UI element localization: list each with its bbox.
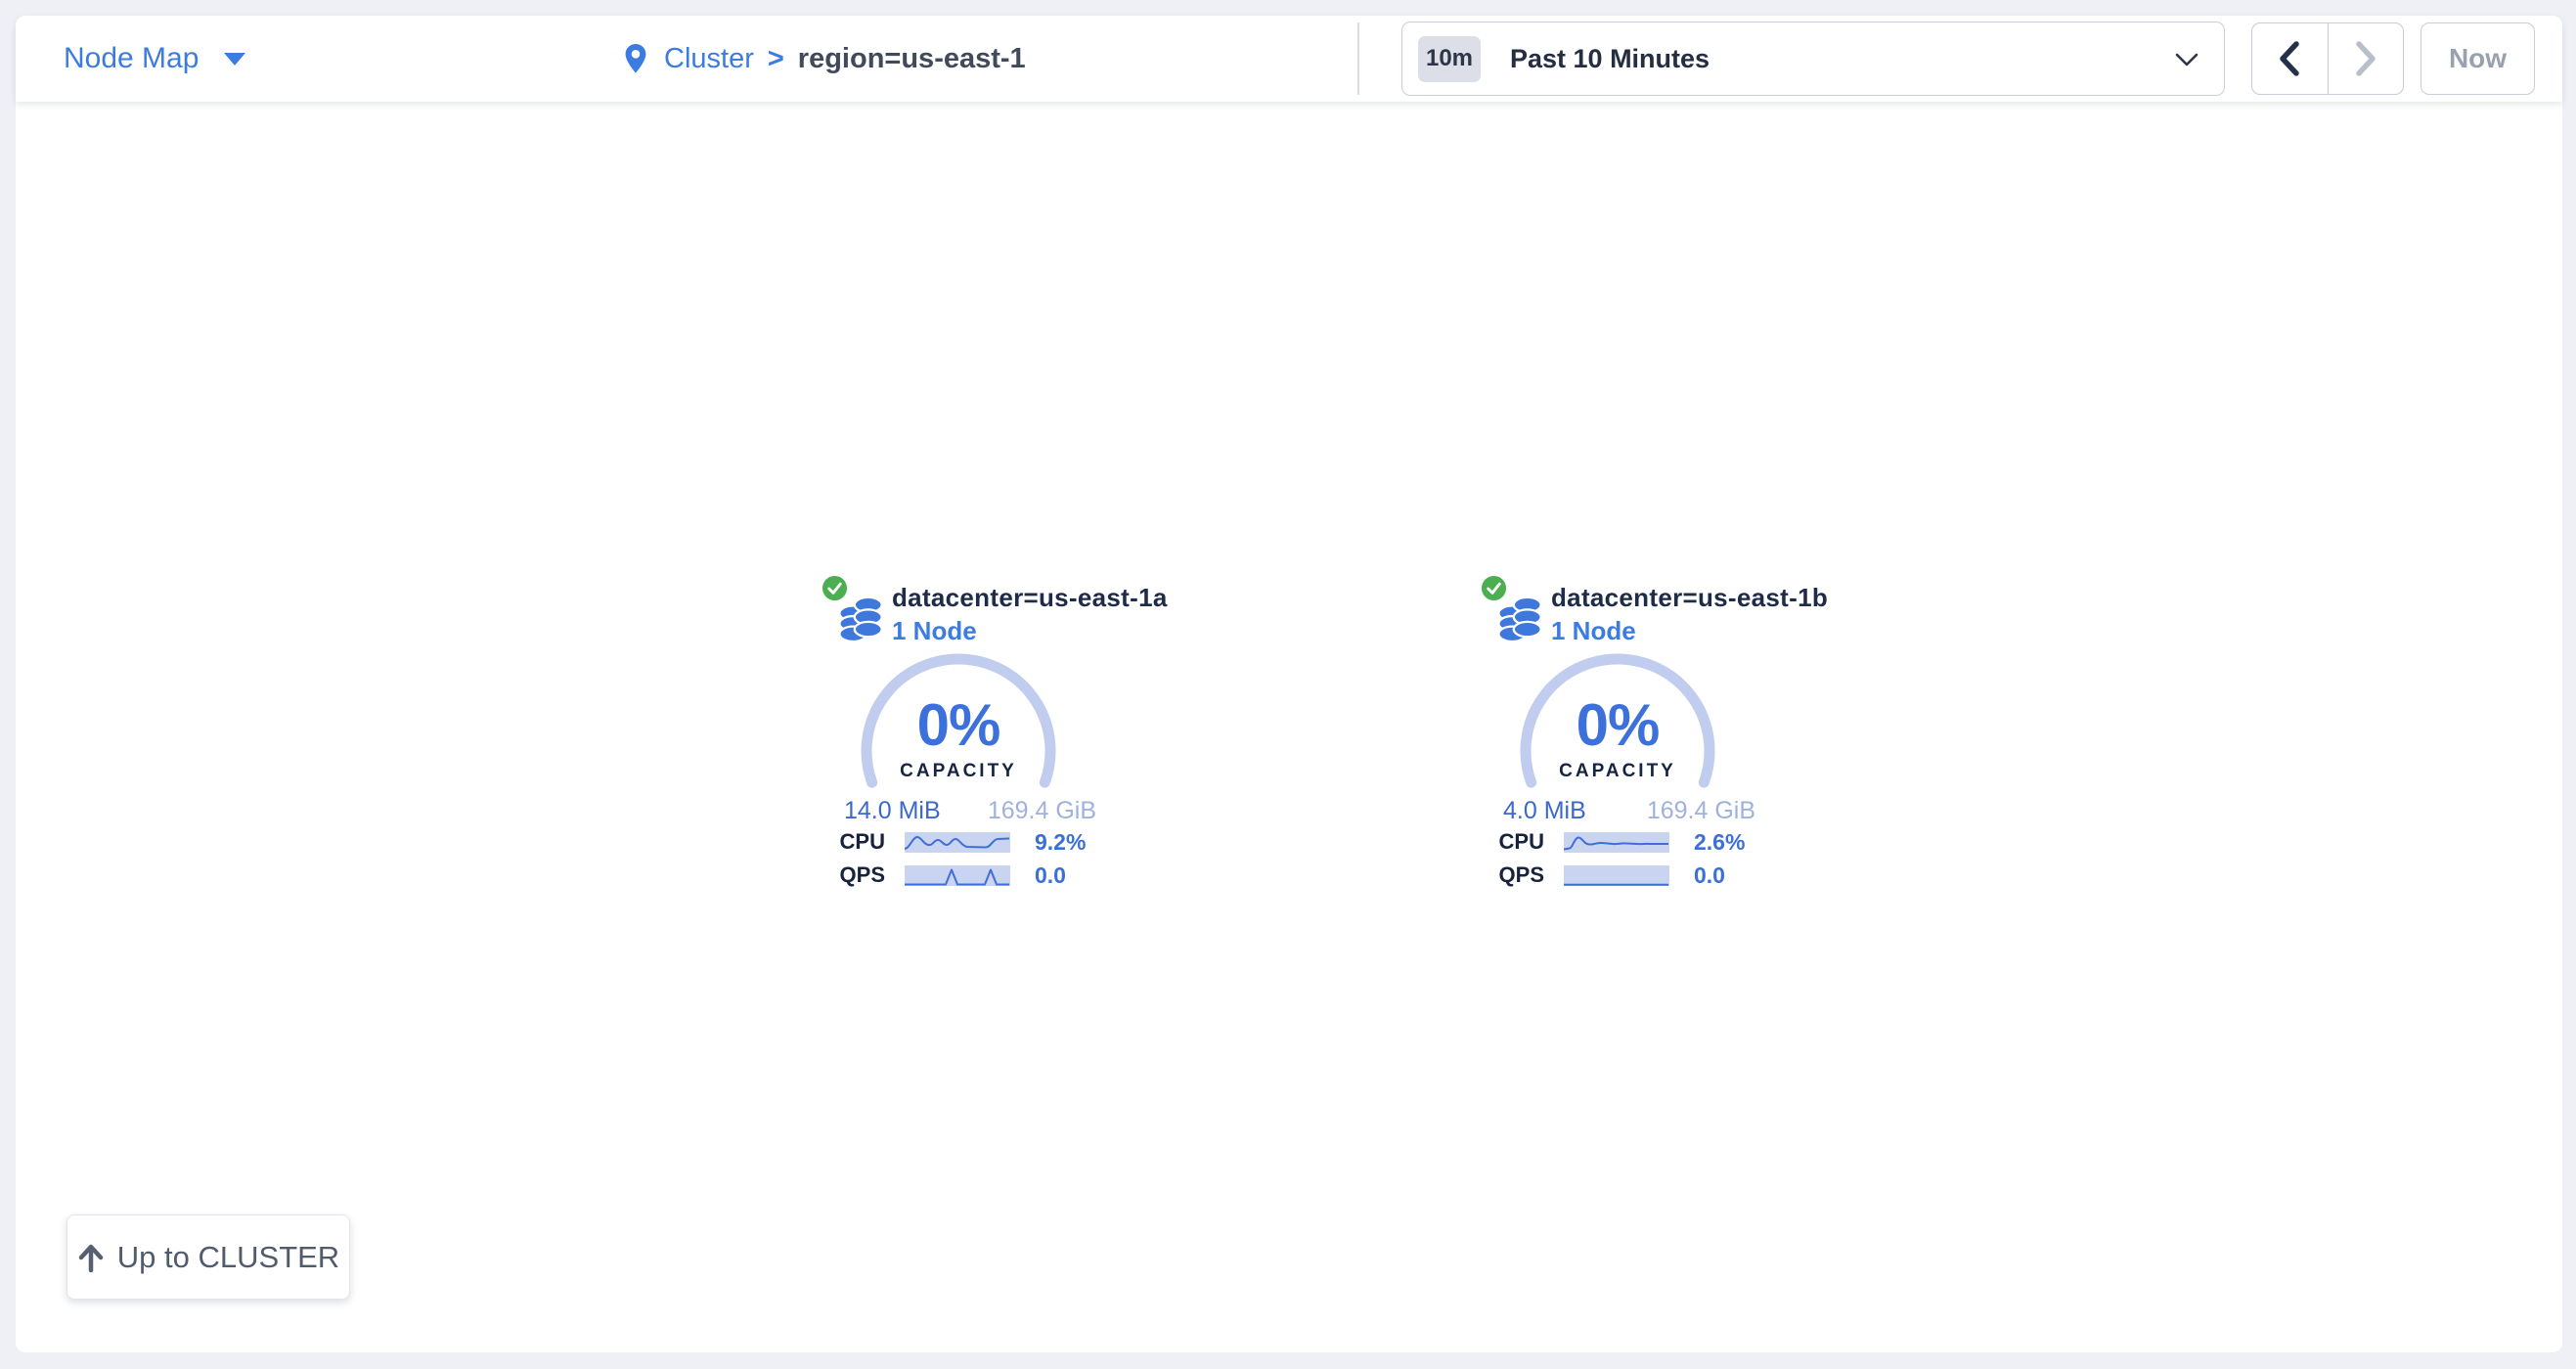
capacity-values: 14.0 MiB 169.4 GiB — [844, 796, 1096, 825]
chevron-left-icon — [2277, 40, 2302, 77]
capacity-label: CAPACITY — [812, 761, 1105, 782]
time-forward-button[interactable] — [2329, 23, 2404, 94]
cpu-value: 2.6% — [1694, 829, 1745, 856]
time-range-dropdown[interactable]: 10m Past 10 Minutes — [1401, 22, 2225, 96]
qps-sparkline — [905, 865, 1010, 886]
zone-us-east-1a[interactable]: datacenter=us-east-1a 1 Node 0% CAPACITY… — [812, 572, 1105, 895]
time-range-label: Past 10 Minutes — [1510, 44, 1710, 74]
qps-value: 0.0 — [1035, 862, 1066, 889]
chevron-down-icon — [2175, 53, 2198, 66]
breadcrumb-separator: > — [768, 43, 784, 75]
cpu-metric-row: CPU 2.6% — [1471, 830, 1764, 854]
time-back-button[interactable] — [2252, 23, 2329, 94]
qps-value: 0.0 — [1694, 862, 1725, 889]
now-button[interactable]: Now — [2421, 22, 2535, 95]
cpu-label: CPU — [812, 829, 885, 855]
view-selector-dropdown[interactable]: Node Map — [64, 16, 245, 102]
node-map-page: { "header": { "view_selector": { "label"… — [0, 0, 2576, 1369]
up-to-cluster-label: Up to CLUSTER — [117, 1240, 339, 1275]
breadcrumb-current: region=us-east-1 — [798, 43, 1026, 75]
capacity-values: 4.0 MiB 169.4 GiB — [1503, 796, 1755, 825]
capacity-used: 4.0 MiB — [1503, 796, 1586, 825]
breadcrumb-cluster-link[interactable]: Cluster — [664, 43, 754, 75]
qps-label: QPS — [1471, 862, 1544, 888]
now-button-label: Now — [2449, 43, 2507, 74]
database-stack-icon — [837, 594, 886, 642]
zone-us-east-1b[interactable]: datacenter=us-east-1b 1 Node 0% CAPACITY… — [1471, 572, 1764, 895]
cpu-sparkline — [1564, 832, 1669, 853]
zone-node-count: 1 Node — [892, 616, 977, 646]
location-pin-icon — [621, 40, 650, 77]
qps-sparkline — [1564, 865, 1669, 886]
capacity-percent: 0% — [1471, 695, 1764, 756]
header-bar: Node Map Cluster > region=us-east-1 10m … — [16, 16, 2562, 102]
capacity-used: 14.0 MiB — [844, 796, 941, 825]
cpu-label: CPU — [1471, 829, 1544, 855]
chevron-right-icon — [2353, 40, 2378, 77]
qps-metric-row: QPS 0.0 — [812, 863, 1105, 887]
capacity-total: 169.4 GiB — [988, 796, 1096, 825]
zone-name: datacenter=us-east-1a — [892, 583, 1168, 613]
cpu-metric-row: CPU 9.2% — [812, 830, 1105, 854]
cpu-value: 9.2% — [1035, 829, 1086, 856]
capacity-percent: 0% — [812, 695, 1105, 756]
up-to-cluster-button[interactable]: Up to CLUSTER — [67, 1214, 350, 1300]
capacity-total: 169.4 GiB — [1647, 796, 1755, 825]
time-pager — [2251, 22, 2404, 95]
capacity-label: CAPACITY — [1471, 761, 1764, 782]
qps-label: QPS — [812, 862, 885, 888]
map-canvas — [16, 16, 2562, 1352]
view-selector-label: Node Map — [64, 42, 199, 75]
breadcrumb: Cluster > region=us-east-1 — [621, 16, 1026, 102]
qps-metric-row: QPS 0.0 — [1471, 863, 1764, 887]
time-range-badge: 10m — [1418, 36, 1481, 82]
database-stack-icon — [1496, 594, 1545, 642]
zone-node-count: 1 Node — [1551, 616, 1636, 646]
arrow-up-icon — [77, 1242, 105, 1273]
zone-name: datacenter=us-east-1b — [1551, 583, 1828, 613]
cpu-sparkline — [905, 832, 1010, 853]
header-divider — [1357, 22, 1359, 95]
caret-down-icon — [224, 53, 245, 66]
